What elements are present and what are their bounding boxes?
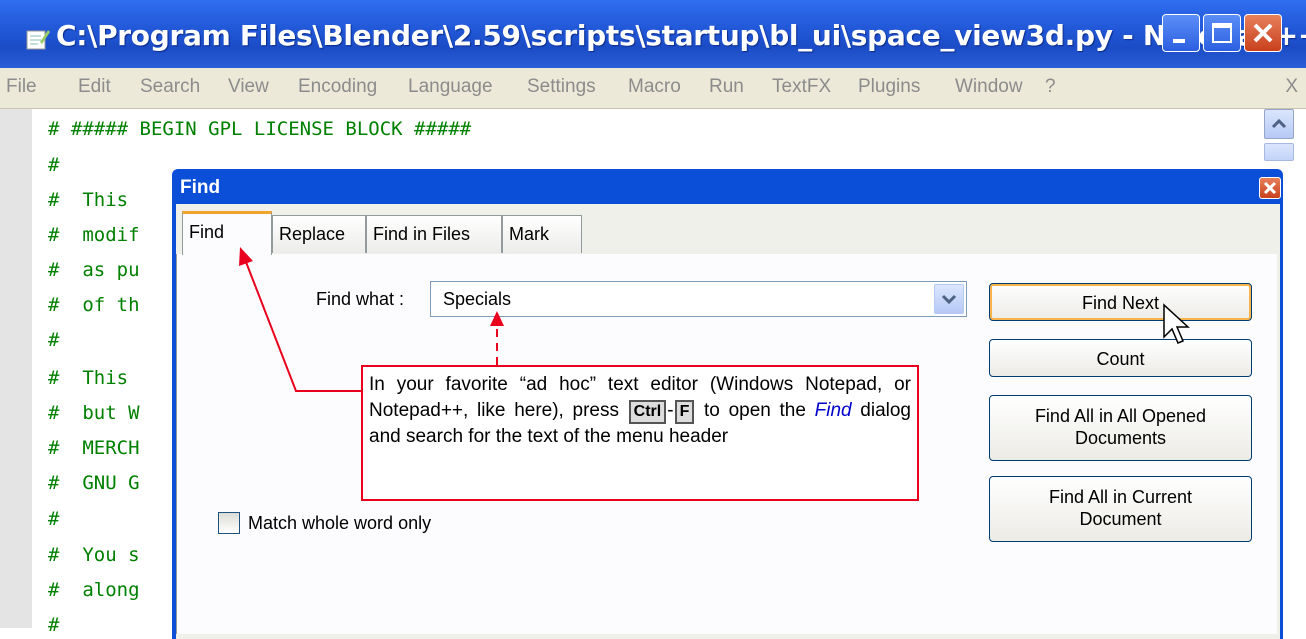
count-button[interactable]: Count bbox=[989, 339, 1252, 377]
code-line: # MERCH bbox=[48, 437, 140, 459]
annotation-text: to open the bbox=[704, 400, 806, 421]
menu-run[interactable]: Run bbox=[709, 76, 744, 98]
count-label: Count bbox=[1096, 349, 1145, 369]
line-gutter bbox=[0, 109, 32, 628]
title-bar: C:\Program Files\Blender\2.59\scripts\st… bbox=[0, 0, 1306, 68]
code-line: # This bbox=[48, 367, 129, 389]
tab-replace[interactable]: Replace bbox=[272, 215, 366, 253]
code-line: # as pu bbox=[48, 259, 140, 281]
close-icon bbox=[1253, 23, 1273, 43]
tab-find[interactable]: Find bbox=[182, 211, 272, 255]
code-line: # bbox=[48, 154, 60, 176]
tab-mark[interactable]: Mark bbox=[502, 215, 582, 253]
dropdown-button[interactable] bbox=[934, 284, 964, 314]
scroll-up-button[interactable] bbox=[1264, 109, 1294, 139]
dialog-close-button[interactable] bbox=[1259, 177, 1281, 199]
scrollbar-thumb[interactable] bbox=[1264, 143, 1294, 161]
code-line: # GNU G bbox=[48, 472, 140, 494]
code-line: # bbox=[48, 329, 60, 351]
find-what-input[interactable]: Specials bbox=[443, 289, 511, 310]
menu-file[interactable]: File bbox=[6, 76, 37, 98]
menu-edit[interactable]: Edit bbox=[78, 76, 111, 98]
ctrl-key: Ctrl bbox=[628, 400, 667, 424]
minimize-button[interactable] bbox=[1162, 14, 1200, 52]
tab-label: Find in Files bbox=[373, 224, 471, 244]
tab-label: Mark bbox=[509, 224, 549, 244]
code-line: # along bbox=[48, 579, 140, 601]
button-label: Find All in All Opened bbox=[1034, 406, 1207, 426]
code-line: # bbox=[48, 508, 60, 530]
code-line: # This bbox=[48, 189, 129, 211]
button-label: Documents bbox=[1074, 428, 1167, 448]
menu-language[interactable]: Language bbox=[408, 76, 493, 98]
code-line: # modif bbox=[48, 224, 140, 246]
match-whole-word-checkbox[interactable] bbox=[218, 512, 240, 534]
code-line: # bbox=[48, 614, 83, 636]
f-key: F bbox=[674, 400, 695, 424]
menu-settings[interactable]: Settings bbox=[527, 76, 596, 98]
menu-search[interactable]: Search bbox=[140, 76, 200, 98]
tab-label: Replace bbox=[279, 224, 346, 244]
tab-label: Find bbox=[189, 222, 225, 242]
button-label: Find All in Current bbox=[1048, 487, 1193, 507]
minimize-icon bbox=[1173, 39, 1185, 43]
close-document-button[interactable]: X bbox=[1285, 76, 1298, 98]
dialog-title: Find bbox=[180, 177, 221, 198]
match-whole-word-label[interactable]: Match whole word only bbox=[248, 513, 431, 534]
code-line: # ##### BEGIN GPL LICENSE BLOCK ##### bbox=[48, 118, 472, 140]
annotation-find-emphasis: Find bbox=[814, 400, 852, 421]
code-line: # You s bbox=[48, 544, 140, 566]
menu-view[interactable]: View bbox=[228, 76, 269, 98]
find-next-label: Find Next bbox=[1081, 293, 1160, 313]
menu-bar: File Edit Search View Encoding Language … bbox=[0, 68, 1306, 109]
menu-window[interactable]: Window bbox=[955, 76, 1023, 98]
button-label: Document bbox=[1079, 509, 1162, 529]
window-title: C:\Program Files\Blender\2.59\scripts\st… bbox=[56, 19, 1306, 52]
find-what-combobox[interactable]: Specials bbox=[430, 281, 967, 317]
tab-find-in-files[interactable]: Find in Files bbox=[366, 215, 502, 253]
close-icon bbox=[1263, 181, 1277, 195]
key-separator: - bbox=[667, 400, 674, 421]
menu-textfx[interactable]: TextFX bbox=[772, 76, 831, 98]
code-line: # but W bbox=[48, 402, 140, 424]
menu-plugins[interactable]: Plugins bbox=[858, 76, 920, 98]
menu-help[interactable]: ? bbox=[1045, 76, 1056, 98]
notepadpp-app-icon bbox=[26, 30, 50, 50]
maximize-icon bbox=[1212, 23, 1232, 43]
find-what-label: Find what : bbox=[316, 289, 405, 309]
close-button[interactable] bbox=[1244, 14, 1282, 52]
find-next-button[interactable]: Find Next bbox=[989, 283, 1252, 321]
find-all-in-current-button[interactable]: Find All in Current Document bbox=[989, 476, 1252, 542]
maximize-button[interactable] bbox=[1203, 14, 1241, 52]
code-line: # of th bbox=[48, 294, 140, 316]
annotation-callout: In your favorite “ad hoc” text editor (W… bbox=[361, 365, 919, 501]
menu-macro[interactable]: Macro bbox=[628, 76, 681, 98]
chevron-down-icon bbox=[941, 294, 957, 305]
find-all-in-all-opened-button[interactable]: Find All in All Opened Documents bbox=[989, 395, 1252, 461]
chevron-up-icon bbox=[1271, 118, 1287, 129]
menu-encoding[interactable]: Encoding bbox=[298, 76, 377, 98]
